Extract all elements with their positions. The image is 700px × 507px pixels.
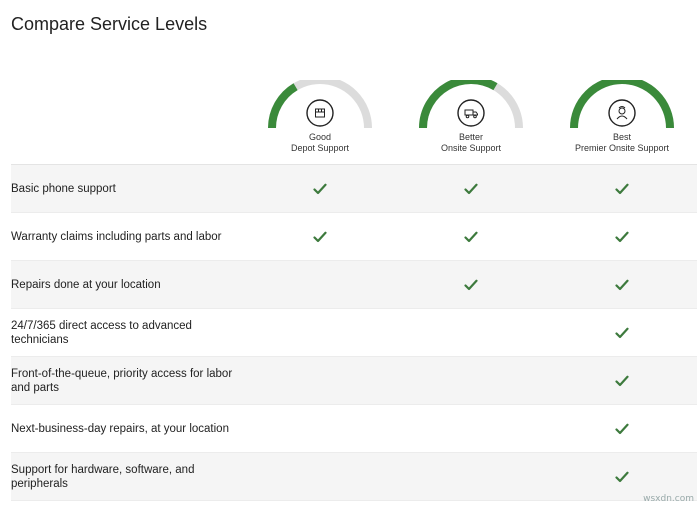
- table-row: 24/7/365 direct access to advanced techn…: [11, 309, 697, 357]
- check-icon: [451, 261, 491, 308]
- feature-label: 24/7/365 direct access to advanced techn…: [11, 319, 192, 346]
- feature-label: Warranty claims including parts and labo…: [11, 230, 222, 243]
- feature-label: Front-of-the-queue, priority access for …: [11, 367, 233, 394]
- table-row: Next-business-day repairs, at your locat…: [11, 405, 697, 453]
- table-row: Warranty claims including parts and labo…: [11, 213, 697, 261]
- tier-level: Better: [458, 132, 483, 142]
- table-row: Repairs done at your location: [11, 261, 697, 309]
- tier-good: Good Depot Support: [250, 80, 390, 164]
- check-icon: [602, 453, 642, 500]
- table-row: Front-of-the-queue, priority access for …: [11, 357, 697, 405]
- watermark: wsxdn.com: [643, 494, 694, 504]
- tier-name: Depot Support: [290, 143, 350, 153]
- feature-label: Basic phone support: [11, 182, 116, 195]
- check-icon: [451, 165, 491, 212]
- tier-better: Better Onsite Support: [401, 80, 541, 164]
- check-icon: [602, 309, 642, 356]
- feature-label: Repairs done at your location: [11, 278, 161, 291]
- van-icon: [457, 99, 485, 127]
- check-icon: [602, 357, 642, 404]
- table-row: Support for hardware, software, and peri…: [11, 453, 697, 501]
- page-title: Compare Service Levels: [11, 14, 208, 34]
- check-icon: [300, 213, 340, 260]
- gauge-better: [419, 80, 523, 129]
- gauge-best: [570, 80, 674, 129]
- check-icon: [602, 165, 642, 212]
- comparison-table: Basic phone support Warranty claims inclu…: [11, 164, 697, 501]
- feature-label: Support for hardware, software, and peri…: [11, 463, 195, 490]
- check-icon: [602, 405, 642, 452]
- tier-name: Premier Onsite Support: [574, 143, 670, 153]
- tier-best: Best Premier Onsite Support: [552, 80, 692, 164]
- feature-label: Next-business-day repairs, at your locat…: [11, 422, 229, 435]
- tier-name: Onsite Support: [440, 143, 502, 153]
- check-icon: [300, 165, 340, 212]
- tier-level: Best: [612, 132, 631, 142]
- gauge-good: [268, 80, 372, 129]
- technician-icon: [608, 99, 636, 127]
- tier-level: Good: [308, 132, 332, 142]
- check-icon: [602, 261, 642, 308]
- box-icon: [306, 99, 334, 127]
- check-icon: [602, 213, 642, 260]
- check-icon: [451, 213, 491, 260]
- tier-header: Good Depot Support Better Onsite Support: [0, 80, 700, 164]
- table-row: Basic phone support: [11, 165, 697, 213]
